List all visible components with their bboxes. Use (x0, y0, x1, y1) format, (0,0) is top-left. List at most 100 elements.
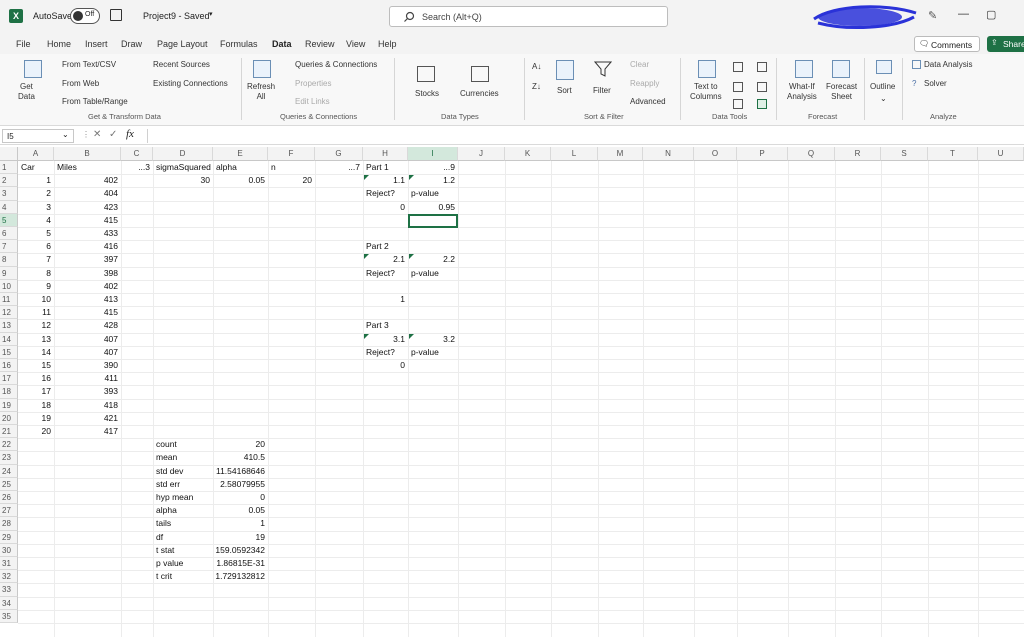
row-header-9[interactable]: 9 (0, 266, 18, 280)
cell-D31[interactable]: p value (156, 558, 183, 569)
cell-I4[interactable]: 0.95 (408, 202, 455, 213)
column-header-T[interactable]: T (928, 147, 978, 161)
cell-I3[interactable]: p-value (411, 188, 439, 199)
sort-az-icon[interactable]: A↓ (532, 62, 541, 72)
cell-I9[interactable]: p-value (411, 268, 439, 279)
what-if-button[interactable]: What-If Analysis (787, 82, 817, 102)
cell-A4[interactable]: 3 (18, 202, 51, 213)
column-header-D[interactable]: D (153, 147, 213, 161)
tab-page-layout[interactable]: Page Layout (157, 39, 208, 49)
row-header-17[interactable]: 17 (0, 372, 18, 386)
row-header-23[interactable]: 23 (0, 451, 18, 465)
cell-D26[interactable]: hyp mean (156, 492, 193, 503)
cell-B18[interactable]: 393 (54, 386, 118, 397)
tab-insert[interactable]: Insert (85, 39, 108, 49)
cell-I15[interactable]: p-value (411, 347, 439, 358)
flash-fill-icon[interactable] (733, 62, 743, 72)
row-header-33[interactable]: 33 (0, 583, 18, 597)
row-header-22[interactable]: 22 (0, 438, 18, 452)
advanced-button[interactable]: Advanced (630, 97, 666, 107)
forecast-sheet-icon[interactable] (832, 60, 850, 78)
cell-B4[interactable]: 423 (54, 202, 118, 213)
row-header-30[interactable]: 30 (0, 543, 18, 557)
row-header-15[interactable]: 15 (0, 345, 18, 359)
currencies-button[interactable]: Currencies (460, 89, 499, 99)
cell-A8[interactable]: 7 (18, 254, 51, 265)
document-title[interactable]: Project9 - Saved (143, 11, 210, 21)
enter-icon[interactable]: ✓ (109, 129, 117, 140)
cell-B10[interactable]: 402 (54, 281, 118, 292)
cell-H4[interactable]: 0 (363, 202, 405, 213)
forecast-sheet-button[interactable]: Forecast Sheet (826, 82, 857, 102)
cell-B11[interactable]: 413 (54, 294, 118, 305)
column-header-G[interactable]: G (315, 147, 363, 161)
what-if-icon[interactable] (795, 60, 813, 78)
comments-button[interactable]: 🗨 Comments (914, 36, 980, 52)
currencies-icon[interactable] (471, 66, 489, 82)
cell-A1[interactable]: Car (21, 162, 35, 173)
cell-H16[interactable]: 0 (363, 360, 405, 371)
cell-H2[interactable]: 1.1 (363, 175, 405, 186)
cell-A18[interactable]: 17 (18, 386, 51, 397)
clear-button[interactable]: Clear (630, 60, 649, 70)
autosave-toggle[interactable]: Off (70, 8, 100, 24)
share-button[interactable]: ⇪ Share (987, 36, 1024, 52)
column-header-M[interactable]: M (598, 147, 643, 161)
sort-icon[interactable] (556, 60, 574, 80)
cell-F1[interactable]: n (271, 162, 276, 173)
column-header-J[interactable]: J (458, 147, 505, 161)
row-header-2[interactable]: 2 (0, 174, 18, 188)
cell-B13[interactable]: 428 (54, 320, 118, 331)
cell-A3[interactable]: 2 (18, 188, 51, 199)
cell-D1[interactable]: sigmaSquared (156, 162, 211, 173)
from-web-button[interactable]: From Web (62, 79, 99, 89)
cell-I2[interactable]: 1.2 (408, 175, 455, 186)
row-header-35[interactable]: 35 (0, 609, 18, 623)
cell-E25[interactable]: 2.58079955 (213, 479, 265, 490)
sort-za-icon[interactable]: Z↓ (532, 82, 541, 92)
cancel-icon[interactable]: ✕ (93, 129, 101, 140)
column-header-Q[interactable]: Q (788, 147, 835, 161)
reapply-button[interactable]: Reapply (630, 79, 659, 89)
row-header-8[interactable]: 8 (0, 253, 18, 267)
column-header-N[interactable]: N (643, 147, 694, 161)
column-header-I[interactable]: I (408, 147, 458, 161)
cell-B20[interactable]: 421 (54, 413, 118, 424)
cell-H8[interactable]: 2.1 (363, 254, 405, 265)
column-header-H[interactable]: H (363, 147, 408, 161)
cell-D25[interactable]: std err (156, 479, 180, 490)
row-header-12[interactable]: 12 (0, 306, 18, 320)
formula-input[interactable] (147, 129, 1024, 143)
cell-A10[interactable]: 9 (18, 281, 51, 292)
cell-B5[interactable]: 415 (54, 215, 118, 226)
cell-H3[interactable]: Reject? (366, 188, 395, 199)
tab-view[interactable]: View (346, 39, 365, 49)
cell-E32[interactable]: 1.729132812 (213, 571, 265, 582)
cell-E23[interactable]: 410.5 (213, 452, 265, 463)
title-dropdown-icon[interactable]: ▾ (209, 10, 213, 18)
cell-D27[interactable]: alpha (156, 505, 177, 516)
cell-E1[interactable]: alpha (216, 162, 237, 173)
remove-duplicates-icon[interactable] (733, 82, 743, 92)
cell-A16[interactable]: 15 (18, 360, 51, 371)
cell-I8[interactable]: 2.2 (408, 254, 455, 265)
column-header-A[interactable]: A (18, 147, 54, 161)
filter-button[interactable]: Filter (593, 86, 611, 96)
cell-D2[interactable]: 30 (153, 175, 210, 186)
cell-B9[interactable]: 398 (54, 268, 118, 279)
cell-B19[interactable]: 418 (54, 400, 118, 411)
cell-D29[interactable]: df (156, 532, 163, 543)
column-header-C[interactable]: C (121, 147, 153, 161)
cell-A11[interactable]: 10 (18, 294, 51, 305)
minimize-icon[interactable]: — (958, 8, 969, 20)
cell-E27[interactable]: 0.05 (213, 505, 265, 516)
outline-icon[interactable] (876, 60, 892, 74)
row-header-20[interactable]: 20 (0, 411, 18, 425)
row-header-16[interactable]: 16 (0, 359, 18, 373)
tab-file[interactable]: File (16, 39, 31, 49)
cell-A14[interactable]: 13 (18, 334, 51, 345)
row-header-19[interactable]: 19 (0, 398, 18, 412)
data-model-icon[interactable] (757, 99, 767, 109)
row-header-25[interactable]: 25 (0, 477, 18, 491)
cell-I1[interactable]: ...9 (408, 162, 455, 173)
